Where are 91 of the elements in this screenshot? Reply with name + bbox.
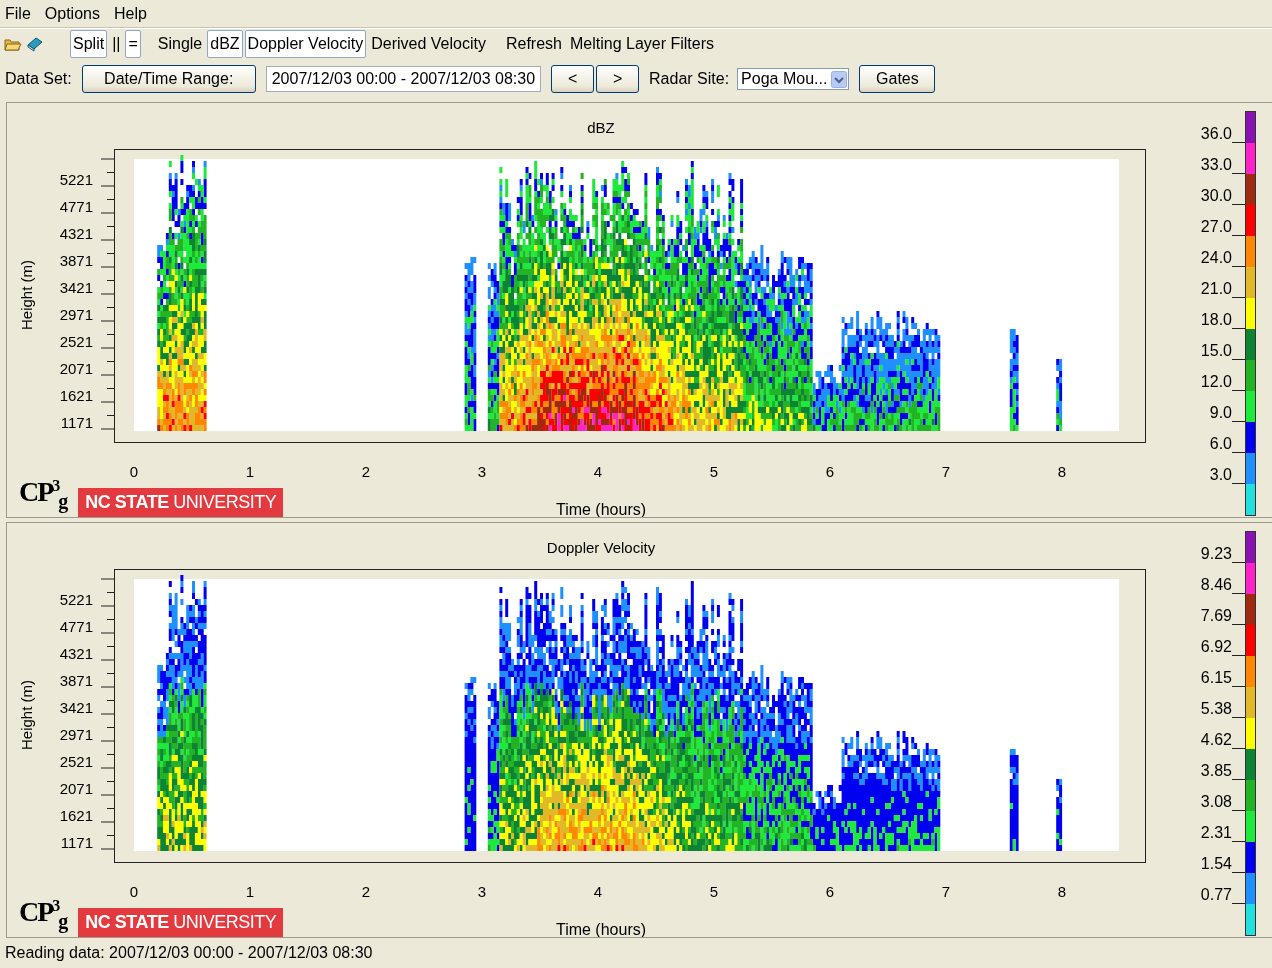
legend-label: 8.46 bbox=[1200, 577, 1232, 595]
legend-label: 3.85 bbox=[1200, 763, 1232, 781]
menu-item[interactable]: Help bbox=[113, 4, 147, 23]
legend-label: 7.69 bbox=[1200, 608, 1232, 626]
date-range-button[interactable]: Date/Time Range: bbox=[81, 65, 256, 93]
university-banner: NC STATE UNIVERSITY bbox=[78, 488, 284, 517]
y-tick-label: 4321 bbox=[59, 645, 93, 662]
chart-title: dBZ bbox=[587, 119, 615, 136]
x-tick-label: 2 bbox=[361, 883, 371, 900]
x-tick-label: 7 bbox=[941, 463, 951, 480]
gates-button[interactable]: Gates bbox=[859, 65, 936, 93]
folder-icon[interactable] bbox=[4, 36, 22, 52]
y-tick-label: 2971 bbox=[59, 306, 93, 323]
next-button[interactable]: > bbox=[596, 65, 640, 93]
y-tick-label: 4321 bbox=[59, 225, 93, 242]
x-tick-label: 2 bbox=[361, 463, 371, 480]
y-tick-label: 2971 bbox=[59, 726, 93, 743]
previous-button[interactable]: < bbox=[551, 65, 595, 93]
legend-label: 24.0 bbox=[1200, 250, 1232, 268]
x-tick-label: 1 bbox=[245, 883, 255, 900]
status-text: Reading data: 2007/12/03 00:00 - 2007/12/03 08:30 bbox=[4, 943, 374, 963]
chart-title: Doppler Velocity bbox=[546, 539, 656, 556]
legend-label: 9.0 bbox=[1209, 405, 1232, 423]
y-tick-label: 2071 bbox=[59, 780, 93, 797]
legend-label: 21.0 bbox=[1200, 281, 1232, 299]
y-tick-label: 1621 bbox=[59, 387, 93, 404]
x-tick-label: 3 bbox=[477, 883, 487, 900]
menu-item[interactable]: File bbox=[5, 4, 31, 23]
x-tick-label: 0 bbox=[129, 883, 139, 900]
y-tick-label: 3421 bbox=[59, 279, 93, 296]
toggle-button[interactable]: dBZ bbox=[207, 30, 243, 58]
legend-label: 6.92 bbox=[1200, 639, 1232, 657]
y-tick-label: 3871 bbox=[59, 672, 93, 689]
x-tick-label: 3 bbox=[477, 463, 487, 480]
y-tick-label: 4771 bbox=[59, 198, 93, 215]
legend-label: 1.54 bbox=[1200, 856, 1232, 874]
legend-label: 6.15 bbox=[1200, 670, 1232, 688]
y-tick-label: 5221 bbox=[59, 171, 93, 188]
toggle-button[interactable]: Split bbox=[70, 30, 108, 58]
toggle-button[interactable]: Doppler Velocity bbox=[244, 30, 367, 58]
legend-label: 12.0 bbox=[1200, 374, 1232, 392]
y-tick-label: 1621 bbox=[59, 807, 93, 824]
x-tick-label: 5 bbox=[709, 883, 719, 900]
legend-label: 3.0 bbox=[1209, 467, 1232, 485]
y-tick-label: 5221 bbox=[59, 591, 93, 608]
x-tick-label: 1 bbox=[245, 463, 255, 480]
legend-label: 9.23 bbox=[1200, 546, 1232, 564]
y-tick-label: 2521 bbox=[59, 333, 93, 350]
university-banner: NC STATE UNIVERSITY bbox=[78, 908, 284, 937]
legend-label: 0.77 bbox=[1200, 887, 1232, 905]
legend-label: 30.0 bbox=[1200, 188, 1232, 206]
toggle-button[interactable]: Single bbox=[154, 30, 206, 58]
y-tick-label: 3871 bbox=[59, 252, 93, 269]
x-tick-label: 4 bbox=[593, 463, 603, 480]
y-axis-label: Height (m) bbox=[18, 680, 35, 750]
legend-label: 15.0 bbox=[1200, 343, 1232, 361]
toggle-button[interactable]: = bbox=[125, 30, 141, 58]
y-tick-label: 3421 bbox=[59, 699, 93, 716]
x-tick-label: 8 bbox=[1057, 883, 1067, 900]
x-tick-label: 4 bbox=[593, 883, 603, 900]
toggle-button[interactable]: Derived Velocity bbox=[368, 30, 489, 58]
y-tick-label: 1171 bbox=[60, 834, 93, 851]
radar-site-label: Radar Site: bbox=[649, 70, 730, 88]
radar-site-dropdown[interactable]: Poga Mou... bbox=[737, 68, 850, 90]
legend-label: 5.38 bbox=[1200, 701, 1232, 719]
x-tick-label: 0 bbox=[129, 463, 139, 480]
legend-label: 4.62 bbox=[1200, 732, 1232, 750]
legend-label: 6.0 bbox=[1209, 436, 1232, 454]
x-tick-label: 6 bbox=[825, 463, 835, 480]
data-set-label: Data Set: bbox=[5, 70, 72, 88]
legend-label: 36.0 bbox=[1200, 126, 1232, 144]
x-tick-label: 8 bbox=[1057, 463, 1067, 480]
legend-label: 3.08 bbox=[1200, 794, 1232, 812]
toggle-button[interactable]: || bbox=[109, 30, 124, 58]
menu-item[interactable]: Options bbox=[44, 4, 100, 23]
legend-label: 18.0 bbox=[1200, 312, 1232, 330]
book-icon[interactable] bbox=[26, 36, 44, 52]
toggle-button[interactable]: Melting Layer Filters bbox=[567, 30, 718, 58]
legend-label: 27.0 bbox=[1200, 219, 1232, 237]
y-tick-label: 1171 bbox=[60, 414, 93, 431]
x-tick-label: 5 bbox=[709, 463, 719, 480]
date-range-field[interactable]: 2007/12/03 00:00 - 2007/12/03 08:30 bbox=[265, 66, 542, 92]
y-axis-label: Height (m) bbox=[18, 260, 35, 330]
legend-label: 2.31 bbox=[1200, 825, 1232, 843]
y-tick-label: 4771 bbox=[59, 618, 93, 635]
y-tick-label: 2521 bbox=[59, 753, 93, 770]
toggle-button[interactable]: Refresh bbox=[502, 30, 565, 58]
x-tick-label: 7 bbox=[941, 883, 951, 900]
legend-label: 33.0 bbox=[1200, 157, 1232, 175]
x-tick-label: 6 bbox=[825, 883, 835, 900]
y-tick-label: 2071 bbox=[59, 360, 93, 377]
